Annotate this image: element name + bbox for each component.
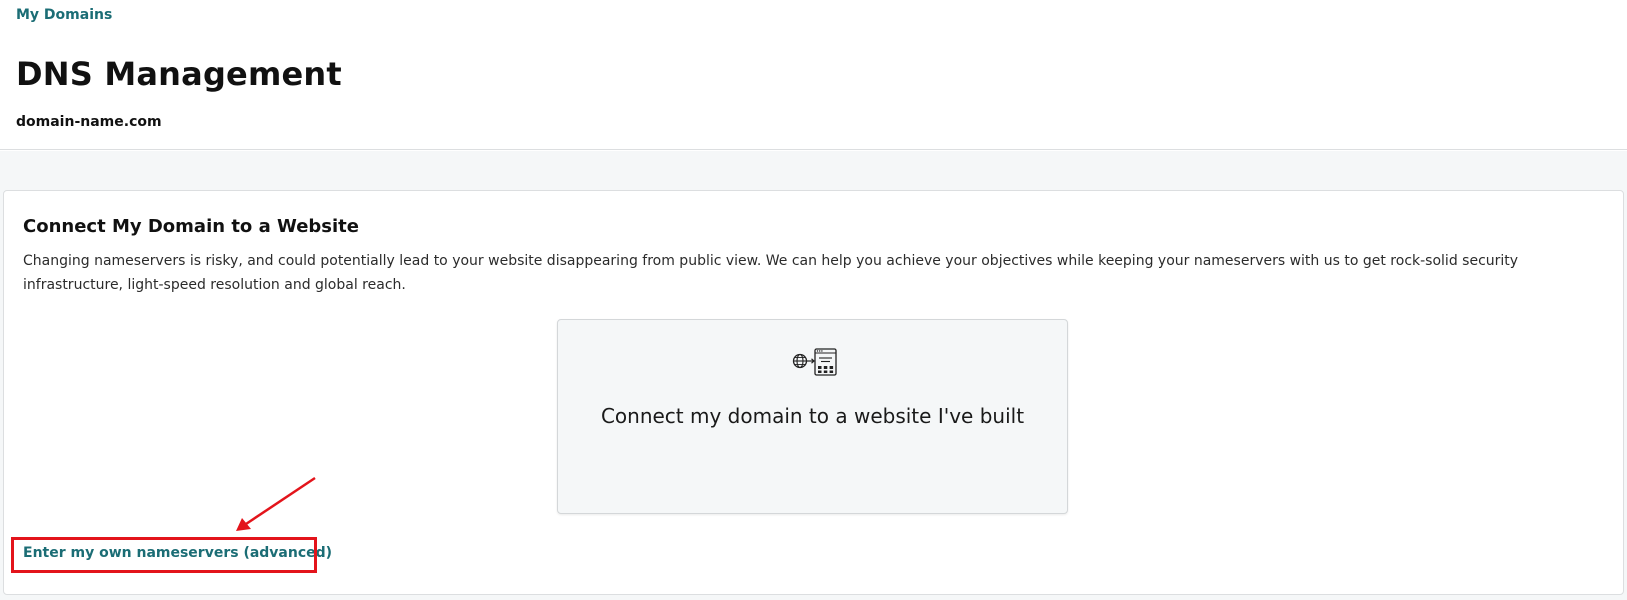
connect-website-option-label: Connect my domain to a website I've buil… (600, 404, 1025, 428)
page-header: My Domains DNS Management domain-name.co… (0, 0, 1627, 150)
breadcrumb-my-domains[interactable]: My Domains (16, 7, 112, 23)
card-description: Changing nameservers is risky, and could… (23, 253, 1519, 293)
domain-name-label: domain-name.com (16, 114, 162, 130)
globe-to-website-icon (792, 348, 837, 376)
page-title: DNS Management (16, 55, 342, 93)
connect-website-option[interactable]: Connect my domain to a website I've buil… (557, 319, 1068, 514)
connect-domain-card: Connect My Domain to a Website Changing … (3, 190, 1624, 595)
card-title: Connect My Domain to a Website (23, 216, 359, 237)
enter-own-nameservers-link[interactable]: Enter my own nameservers (advanced) (23, 545, 332, 561)
